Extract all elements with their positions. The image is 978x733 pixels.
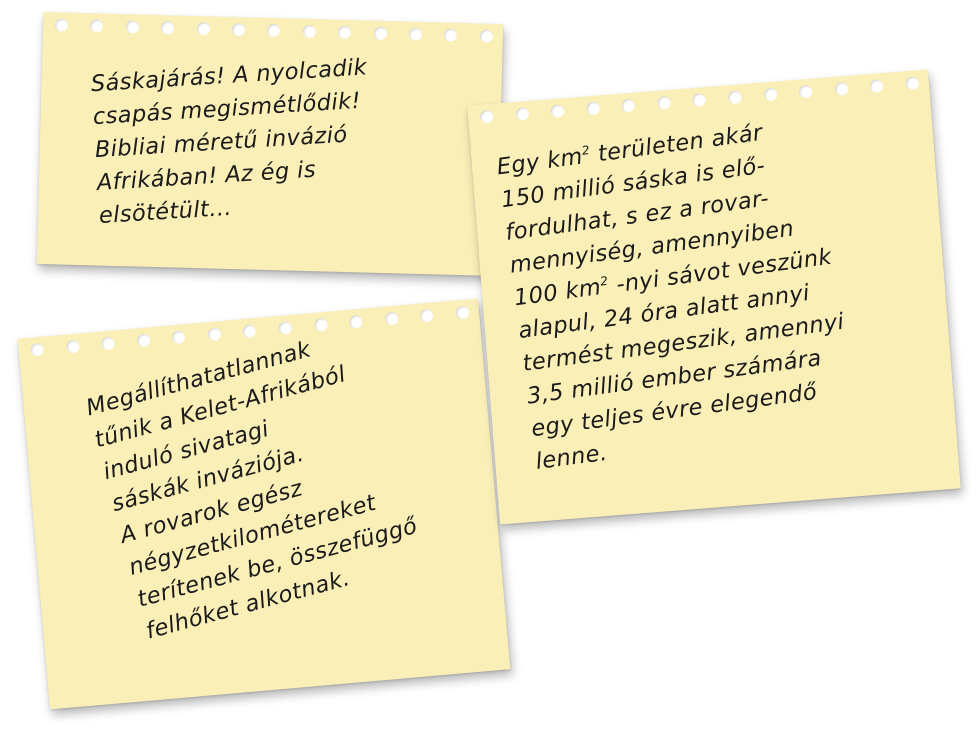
punch-hole — [171, 330, 186, 345]
punch-hole — [231, 22, 246, 37]
punch-hole — [515, 107, 530, 121]
punch-holes — [54, 18, 493, 43]
punch-hole — [479, 109, 494, 124]
punch-hole — [444, 28, 458, 42]
punch-hole — [267, 23, 281, 38]
punch-hole — [727, 90, 742, 105]
punch-hole — [54, 18, 69, 32]
sticky-note-locust-statistics: Egy km2 területen akár 150 millió sáska … — [467, 69, 964, 525]
punch-hole — [869, 79, 884, 94]
punch-hole — [196, 22, 210, 36]
punch-hole — [763, 87, 778, 102]
punch-hole — [207, 327, 222, 342]
note-text: Sáskajárás! A nyolcadik csapás megismétl… — [90, 54, 368, 229]
punch-hole — [90, 19, 104, 33]
punch-hole — [550, 104, 565, 119]
punch-hole — [338, 25, 352, 40]
punch-hole — [692, 93, 707, 108]
punch-hole — [65, 339, 80, 354]
punch-hole — [278, 320, 293, 336]
punch-hole — [302, 24, 316, 39]
note-text: Egy km2 területen akár 150 millió sáska … — [495, 96, 964, 479]
punch-hole — [905, 76, 920, 91]
punch-hole — [242, 324, 257, 339]
punch-hole — [798, 84, 813, 99]
sticky-note-unstoppable-invasion: Megállíthatatlannak tűnik a Kelet-Afriká… — [17, 298, 511, 710]
punch-hole — [455, 305, 470, 320]
punch-hole — [657, 95, 671, 110]
note-text-part: Egy km — [495, 143, 585, 181]
sticky-note-locust-swarm: Sáskajárás! A nyolcadik csapás megismétl… — [36, 12, 504, 276]
note-text: Megállíthatatlannak tűnik a Kelet-Afriká… — [83, 336, 421, 645]
punch-hole — [125, 20, 139, 34]
punch-hole — [479, 29, 493, 43]
punch-hole — [136, 333, 151, 348]
punch-hole — [621, 98, 636, 113]
punch-hole — [30, 342, 45, 357]
punch-hole — [586, 101, 601, 116]
punch-hole — [834, 81, 849, 96]
punch-hole — [408, 27, 423, 41]
punch-hole — [161, 21, 175, 35]
punch-hole — [373, 26, 387, 41]
punch-hole — [101, 336, 116, 351]
